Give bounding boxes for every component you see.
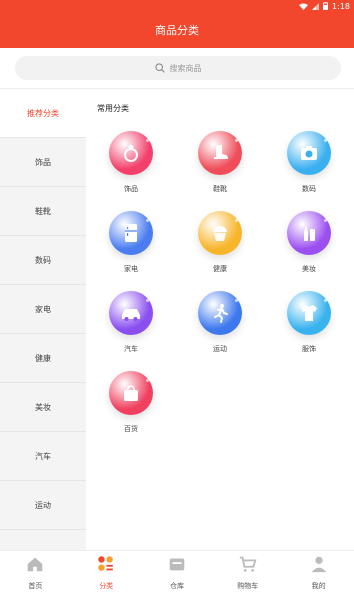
sidebar-item[interactable]: 汽车	[0, 432, 86, 481]
status-time: 1:18	[332, 1, 350, 11]
profile-icon	[309, 554, 329, 578]
sidebar: 推荐分类饰品鞋靴数码家电健康美妆汽车运动服饰	[0, 89, 86, 550]
sidebar-item-label: 汽车	[35, 451, 51, 461]
running-icon	[198, 291, 242, 335]
tab-label: 分类	[99, 582, 114, 590]
category-label: 健康	[213, 265, 227, 273]
sidebar-item[interactable]: 数码	[0, 236, 86, 285]
sidebar-item-label: 推荐分类	[27, 108, 59, 118]
section-title: 常用分类	[97, 104, 129, 113]
category-label: 汽车	[124, 345, 138, 353]
camera-icon	[287, 131, 331, 175]
tshirt-icon	[287, 291, 331, 335]
category-label: 服饰	[302, 345, 316, 353]
tab-bar: 首页 分类 仓库 购物车 我的	[0, 550, 354, 594]
shopping-bag-icon	[109, 371, 153, 415]
category-content: 常用分类 饰品 鞋靴 数码家电 健康 美妆汽车 运动 服饰百货	[86, 89, 354, 550]
tab-warehouse[interactable]: 仓库	[142, 551, 213, 594]
tab-label: 我的	[311, 582, 326, 590]
tab-category[interactable]: 分类	[71, 551, 142, 594]
sidebar-item[interactable]: 鞋靴	[0, 187, 86, 236]
tab-label: 仓库	[169, 582, 184, 590]
cosmetics-icon	[287, 211, 331, 255]
category-item[interactable]: 饰品	[86, 131, 176, 211]
category-label: 百货	[124, 425, 138, 433]
home-icon	[25, 554, 45, 578]
category-item[interactable]: 美妆	[264, 211, 354, 291]
sidebar-item-label: 数码	[35, 255, 51, 265]
fridge-icon	[109, 211, 153, 255]
tab-home[interactable]: 首页	[0, 551, 71, 594]
search-placeholder: 搜索商品	[169, 63, 202, 73]
sidebar-item-label: 运动	[35, 500, 51, 510]
category-item[interactable]: 百货	[86, 371, 176, 451]
page-title: 商品分类	[155, 24, 199, 37]
battery-icon	[323, 2, 329, 10]
sidebar-item-label: 健康	[35, 353, 51, 363]
sidebar-item[interactable]: 运动	[0, 481, 86, 530]
sidebar-item-label: 美妆	[35, 402, 51, 412]
category-item[interactable]: 数码	[264, 131, 354, 211]
status-icons: 1:18	[299, 1, 350, 11]
car-icon	[109, 291, 153, 335]
search-icon	[154, 63, 165, 73]
category-label: 数码	[302, 185, 316, 193]
search-input[interactable]: 搜索商品	[15, 56, 341, 80]
cart-icon	[238, 554, 258, 578]
sidebar-item-label: 家电	[35, 304, 51, 314]
category-label: 鞋靴	[213, 185, 227, 193]
category-label: 美妆	[302, 265, 316, 273]
header: 商品分类	[0, 12, 354, 48]
category-item[interactable]: 运动	[175, 291, 265, 371]
tab-cart[interactable]: 购物车	[212, 551, 283, 594]
search-bar: 搜索商品	[0, 48, 354, 88]
category-item[interactable]: 服饰	[264, 291, 354, 371]
sidebar-item[interactable]: 健康	[0, 334, 86, 383]
status-bar: 1:18	[0, 0, 354, 12]
sidebar-item[interactable]: 家电	[0, 285, 86, 334]
sidebar-item[interactable]: 服饰	[0, 530, 86, 551]
sidebar-item[interactable]: 饰品	[0, 138, 86, 187]
signal-icon	[312, 2, 320, 10]
sidebar-item-label: 鞋靴	[35, 206, 51, 216]
tab-profile[interactable]: 我的	[283, 551, 354, 594]
tab-label: 首页	[28, 582, 43, 590]
category-item[interactable]: 家电	[86, 211, 176, 291]
wifi-icon	[299, 3, 309, 10]
category-item[interactable]: 健康	[175, 211, 265, 291]
warehouse-icon	[167, 554, 187, 578]
category-icon	[96, 554, 116, 578]
boot-icon	[198, 131, 242, 175]
ring-icon	[109, 131, 153, 175]
category-label: 家电	[124, 265, 138, 273]
category-item[interactable]: 鞋靴	[175, 131, 265, 211]
category-label: 饰品	[124, 185, 138, 193]
sidebar-item[interactable]: 推荐分类	[0, 89, 86, 138]
cupcake-icon	[198, 211, 242, 255]
category-item[interactable]: 汽车	[86, 291, 176, 371]
sidebar-item-label: 饰品	[35, 157, 51, 167]
sidebar-item[interactable]: 美妆	[0, 383, 86, 432]
tab-label: 购物车	[237, 582, 259, 590]
category-label: 运动	[213, 345, 227, 353]
